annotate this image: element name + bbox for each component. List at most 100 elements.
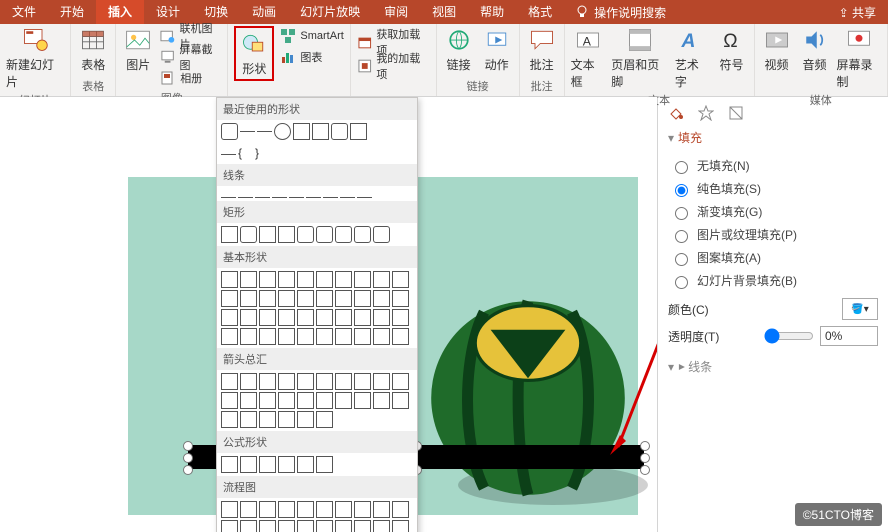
wordart-button[interactable]: A艺术字 <box>675 26 710 90</box>
shape-basic-item[interactable] <box>278 328 295 345</box>
shape-basic-item[interactable] <box>392 290 409 307</box>
shape-basic-item[interactable] <box>221 271 238 288</box>
shape-arrow-item[interactable] <box>373 373 390 390</box>
shape-basic-item[interactable] <box>259 309 276 326</box>
shape-flow-item[interactable] <box>221 520 238 532</box>
tab-insert[interactable]: 插入 <box>96 0 144 24</box>
shape-arrow-item[interactable] <box>240 373 257 390</box>
shape-eq-item[interactable] <box>316 456 333 473</box>
shape-basic-item[interactable] <box>373 290 390 307</box>
comment-button[interactable]: 批注 <box>526 26 558 73</box>
shape-line[interactable] <box>221 154 236 155</box>
shape-basic-item[interactable] <box>316 271 333 288</box>
shape-line-item[interactable] <box>323 197 338 198</box>
shape-basic-item[interactable] <box>354 290 371 307</box>
slide-canvas[interactable]: 最近使用的形状 {} 线条 矩形 基本形状 for(let i=0;i<40;i… <box>0 97 657 532</box>
shape-arrow-item[interactable] <box>297 392 314 409</box>
shape-flow-item[interactable] <box>316 501 333 518</box>
shape-arrow-item[interactable] <box>259 373 276 390</box>
headerfooter-button[interactable]: 页眉和页脚 <box>611 26 669 90</box>
shape-arrow-item[interactable] <box>259 392 276 409</box>
shape-round[interactable] <box>335 226 352 243</box>
shape-arrow-item[interactable] <box>373 392 390 409</box>
shape-line[interactable] <box>257 131 272 132</box>
shape-line-item[interactable] <box>272 197 287 198</box>
fill-color-picker[interactable]: 🪣▾ <box>842 298 878 320</box>
shape-arrow-item[interactable] <box>278 373 295 390</box>
shape-flow-item[interactable] <box>259 501 276 518</box>
shape-basic-item[interactable] <box>354 271 371 288</box>
shape-arrow-item[interactable] <box>316 373 333 390</box>
solid-fill-option[interactable]: 纯色填充(S) <box>668 177 878 200</box>
shape-line[interactable] <box>240 131 255 132</box>
shape-line-item[interactable] <box>255 197 270 198</box>
shape-eq-item[interactable] <box>221 456 238 473</box>
shape-basic-item[interactable] <box>354 328 371 345</box>
shape-basic-item[interactable] <box>297 309 314 326</box>
shape-arrow-item[interactable] <box>240 411 257 428</box>
shape-basic-item[interactable] <box>316 290 333 307</box>
shape-basic-item[interactable] <box>335 290 352 307</box>
shape-flow-item[interactable] <box>221 501 238 518</box>
shape-arrow-item[interactable] <box>297 411 314 428</box>
shape-basic-item[interactable] <box>240 328 257 345</box>
shape-flow-item[interactable] <box>354 501 371 518</box>
shape-basic-item[interactable] <box>240 290 257 307</box>
resize-handle[interactable] <box>183 453 193 463</box>
shape-round[interactable] <box>297 226 314 243</box>
shape-arrow-item[interactable] <box>221 392 238 409</box>
shape-basic-item[interactable] <box>259 271 276 288</box>
resize-handle[interactable] <box>640 465 650 475</box>
shape-basic-item[interactable] <box>278 309 295 326</box>
shape-rect[interactable] <box>331 123 348 140</box>
symbol-button[interactable]: Ω符号 <box>716 26 748 73</box>
shape-basic-item[interactable] <box>297 290 314 307</box>
textbox-button[interactable]: A文本框 <box>571 26 606 90</box>
shape-basic-item[interactable] <box>373 328 390 345</box>
shape-basic-item[interactable] <box>373 309 390 326</box>
shape-basic-item[interactable] <box>392 328 409 345</box>
pictures-button[interactable]: 图片 <box>122 26 154 73</box>
shape-rect[interactable] <box>312 123 329 140</box>
shape-basic-item[interactable] <box>240 271 257 288</box>
shape-basic-item[interactable] <box>392 271 409 288</box>
action-button[interactable]: 动作 <box>481 26 513 73</box>
shape-basic-item[interactable] <box>297 328 314 345</box>
shape-flow-item[interactable] <box>240 520 257 532</box>
shape-basic-item[interactable] <box>335 271 352 288</box>
shape-flow-item[interactable] <box>278 520 295 532</box>
no-fill-option[interactable]: 无填充(N) <box>668 154 878 177</box>
shape-eq-item[interactable] <box>259 456 276 473</box>
shape-basic-item[interactable] <box>221 309 238 326</box>
tab-slideshow[interactable]: 幻灯片放映 <box>288 0 372 24</box>
shape-hex[interactable] <box>350 123 367 140</box>
tell-me-search[interactable]: 操作说明搜索 <box>564 4 676 21</box>
shape-arrow-item[interactable] <box>240 392 257 409</box>
tab-home[interactable]: 开始 <box>48 0 96 24</box>
shape-basic-item[interactable] <box>373 271 390 288</box>
shape-arrow-item[interactable] <box>316 411 333 428</box>
shape-rectangle[interactable] <box>221 226 238 243</box>
table-button[interactable]: 表格 <box>77 26 109 73</box>
new-slide-button[interactable]: 新建幻灯片 <box>6 26 64 90</box>
resize-handle[interactable] <box>183 465 193 475</box>
tab-view[interactable]: 视图 <box>420 0 468 24</box>
tab-animations[interactable]: 动画 <box>240 0 288 24</box>
shape-ellipse[interactable] <box>274 123 291 140</box>
shape-basic-item[interactable] <box>278 271 295 288</box>
shape-line-item[interactable] <box>340 197 355 198</box>
shape-basic-item[interactable] <box>392 309 409 326</box>
shape-line-item[interactable] <box>289 197 304 198</box>
resize-handle[interactable] <box>183 441 193 451</box>
shape-flow-item[interactable] <box>316 520 333 532</box>
transparency-value[interactable]: 0% <box>820 326 878 346</box>
shape-arrow-item[interactable] <box>354 373 371 390</box>
shape-basic-item[interactable] <box>259 328 276 345</box>
shape-rect[interactable] <box>293 123 310 140</box>
shape-snip[interactable] <box>259 226 276 243</box>
shape-line-item[interactable] <box>221 197 236 198</box>
shape-flow-item[interactable] <box>259 520 276 532</box>
fill-tab-icon[interactable] <box>668 105 684 121</box>
shape-arrow-item[interactable] <box>392 373 409 390</box>
shape-flow-item[interactable] <box>335 501 352 518</box>
